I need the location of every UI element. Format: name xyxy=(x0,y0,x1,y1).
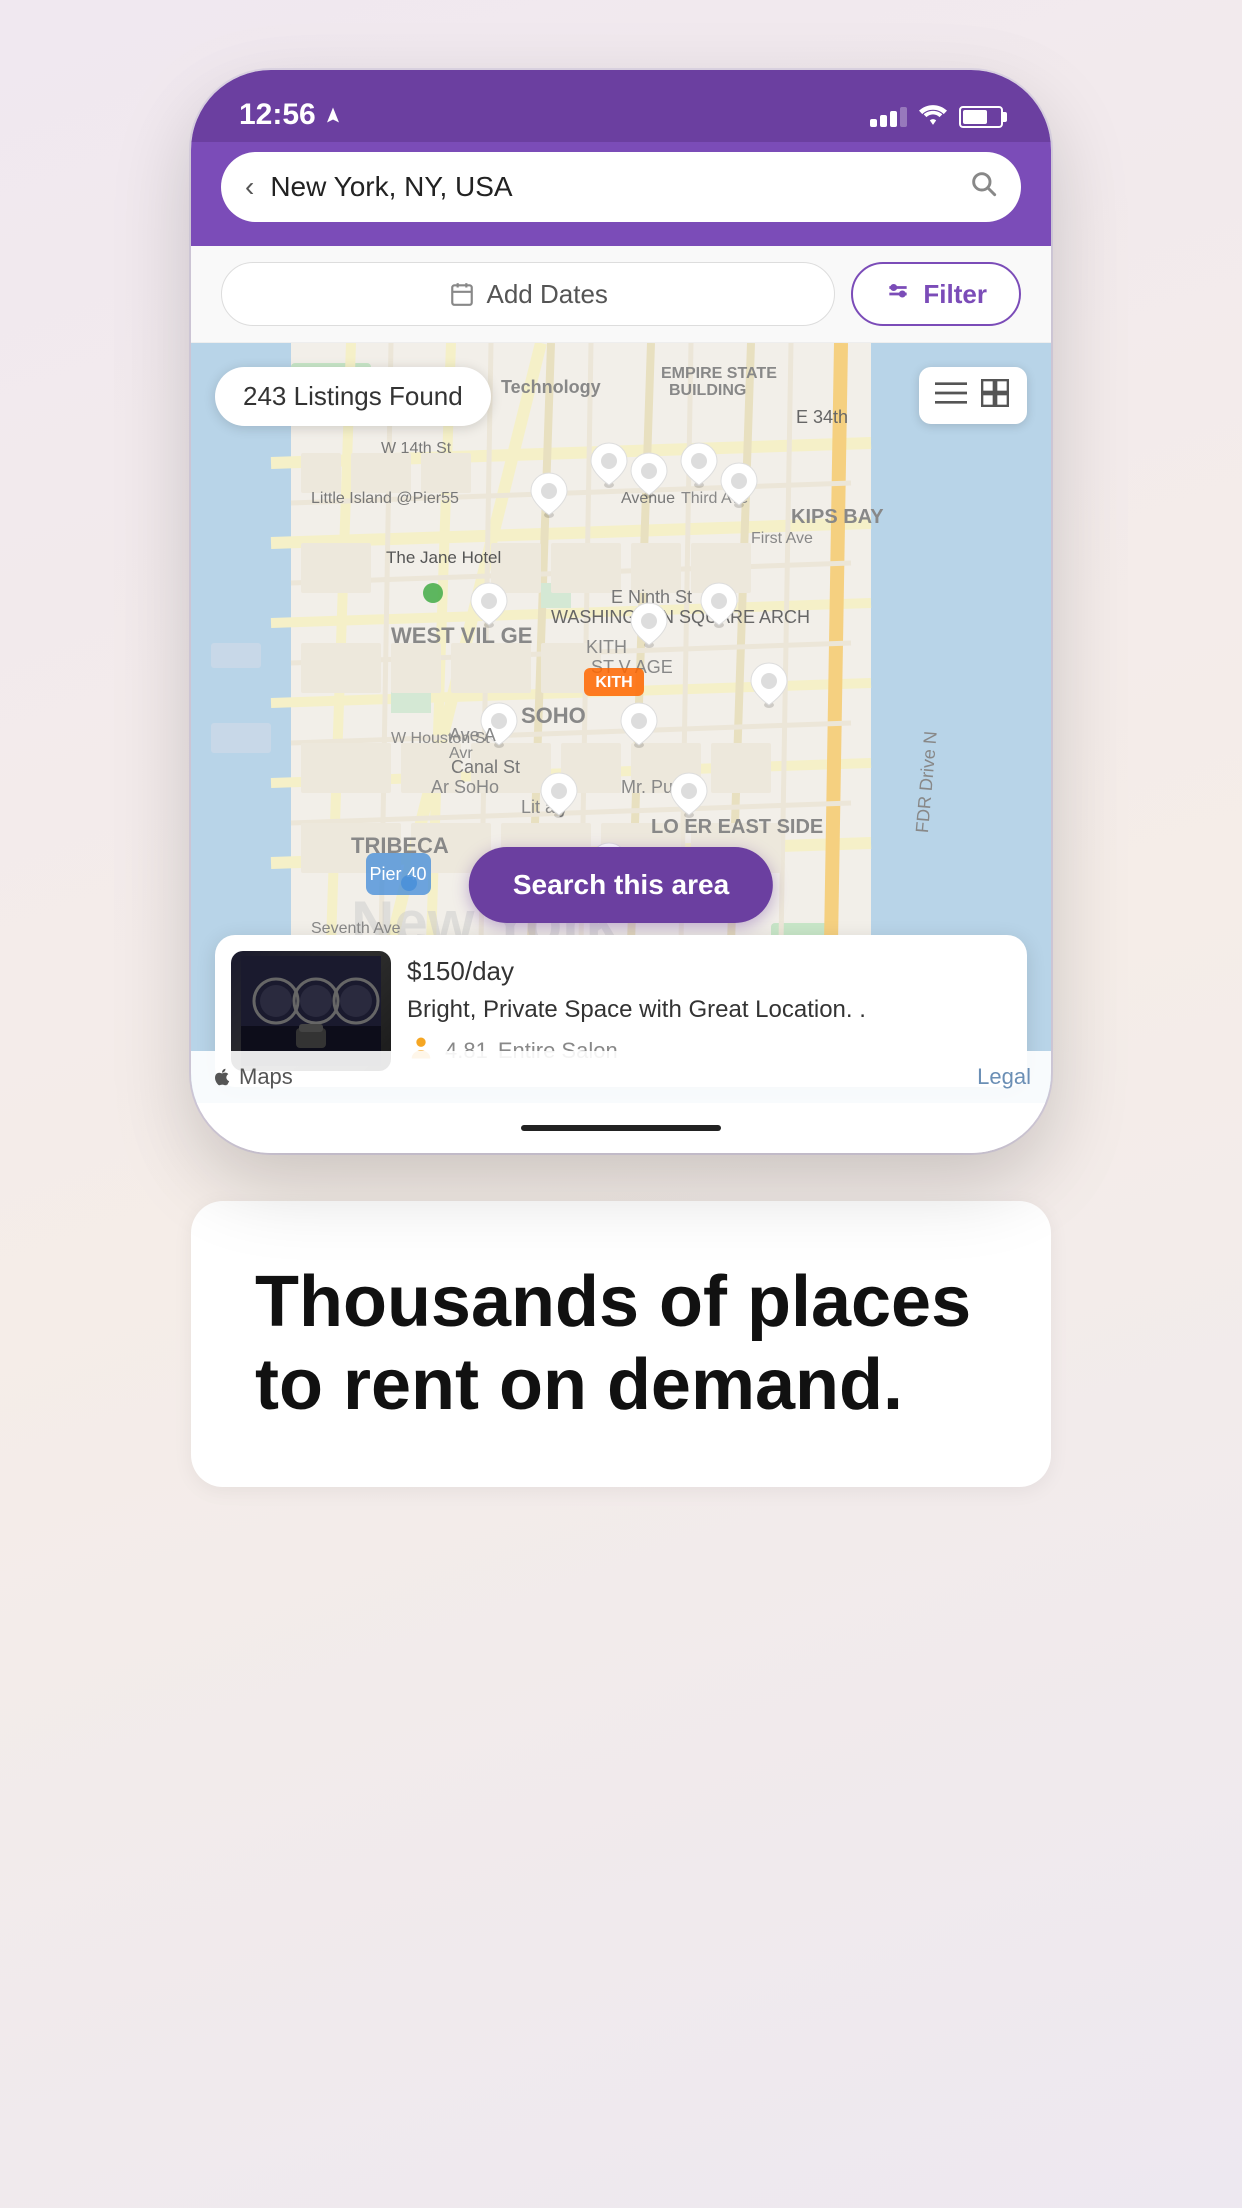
filter-button[interactable]: Filter xyxy=(851,262,1021,326)
svg-text:E 34th: E 34th xyxy=(796,407,848,427)
location-arrow-icon xyxy=(324,106,342,124)
status-bar: 12:56 xyxy=(191,70,1051,142)
headline-text: Thousands of places to rent on demand. xyxy=(255,1261,987,1427)
search-icon[interactable] xyxy=(969,169,997,205)
legal-link[interactable]: Legal xyxy=(977,1064,1031,1090)
phone-frame: 12:56 xyxy=(191,70,1051,1153)
listings-badge: 243 Listings Found xyxy=(215,367,491,426)
svg-text:First Ave: First Ave xyxy=(751,530,813,547)
home-bar xyxy=(521,1125,721,1131)
calendar-icon xyxy=(449,281,475,307)
maps-footer: Maps Legal xyxy=(191,1051,1051,1103)
svg-text:The Jane Hotel: The Jane Hotel xyxy=(386,548,501,567)
svg-text:KIPS BAY: KIPS BAY xyxy=(791,506,884,528)
price-value: $150 xyxy=(407,956,465,986)
svg-text:LO ER EAST SIDE: LO ER EAST SIDE xyxy=(651,816,823,838)
wifi-icon xyxy=(919,101,947,132)
svg-text:EMPIRE STATE: EMPIRE STATE xyxy=(661,365,777,382)
map-container[interactable]: Technology EMPIRE STATE BUILDING E 34th … xyxy=(191,343,1051,1103)
signal-icon xyxy=(870,107,907,127)
svg-text:Ave A: Ave A xyxy=(449,725,496,745)
filter-row: Add Dates Filter xyxy=(191,246,1051,343)
apple-maps-logo: Maps xyxy=(211,1064,293,1090)
svg-text:Technology: Technology xyxy=(501,377,601,397)
search-bar-area: ‹ New York, NY, USA xyxy=(191,142,1051,246)
listing-name-text: Bright, Private Space with Great Locatio… xyxy=(407,996,1011,1024)
svg-text:Little Island @Pier55: Little Island @Pier55 xyxy=(311,490,459,507)
time-display: 12:56 xyxy=(239,98,316,132)
status-time: 12:56 xyxy=(239,98,342,132)
apple-maps-label: Maps xyxy=(239,1064,293,1090)
home-indicator xyxy=(191,1103,1051,1153)
search-bar[interactable]: ‹ New York, NY, USA xyxy=(221,152,1021,222)
svg-text:KITH: KITH xyxy=(595,674,632,691)
svg-text:WASHINGTON SQUARE ARCH: WASHINGTON SQUARE ARCH xyxy=(551,607,810,627)
svg-text:WEST VIL GE: WEST VIL GE xyxy=(391,623,532,648)
phone-wrapper: 12:56 xyxy=(191,70,1051,1153)
battery-icon xyxy=(959,106,1003,128)
svg-text:BUILDING: BUILDING xyxy=(669,382,746,399)
listing-thumbnail xyxy=(241,956,381,1066)
bottom-text-section: Thousands of places to rent on demand. xyxy=(191,1201,1051,1487)
map-view-toggle xyxy=(919,367,1027,424)
listing-price: $150/day xyxy=(407,954,1011,988)
status-icons xyxy=(870,101,1003,132)
add-dates-label: Add Dates xyxy=(487,279,608,310)
filter-icon xyxy=(885,281,911,307)
grid-view-icon[interactable] xyxy=(979,379,1011,412)
listings-count-text: 243 Listings Found xyxy=(243,381,463,412)
price-unit: /day xyxy=(465,956,514,986)
add-dates-button[interactable]: Add Dates xyxy=(221,262,835,326)
list-view-icon[interactable] xyxy=(935,379,967,412)
svg-text:Avr: Avr xyxy=(449,745,473,762)
search-area-button[interactable]: Search this area xyxy=(469,847,773,923)
back-button[interactable]: ‹ xyxy=(245,171,254,203)
apple-logo-icon xyxy=(211,1066,233,1088)
location-text: New York, NY, USA xyxy=(270,171,953,203)
svg-text:W 14th St: W 14th St xyxy=(381,440,452,457)
svg-text:Ar SoHo: Ar SoHo xyxy=(431,777,499,797)
svg-text:SOHO: SOHO xyxy=(521,703,586,728)
svg-text:Pier 40: Pier 40 xyxy=(369,864,426,884)
svg-text:KITH: KITH xyxy=(586,637,627,657)
filter-label: Filter xyxy=(923,279,987,310)
